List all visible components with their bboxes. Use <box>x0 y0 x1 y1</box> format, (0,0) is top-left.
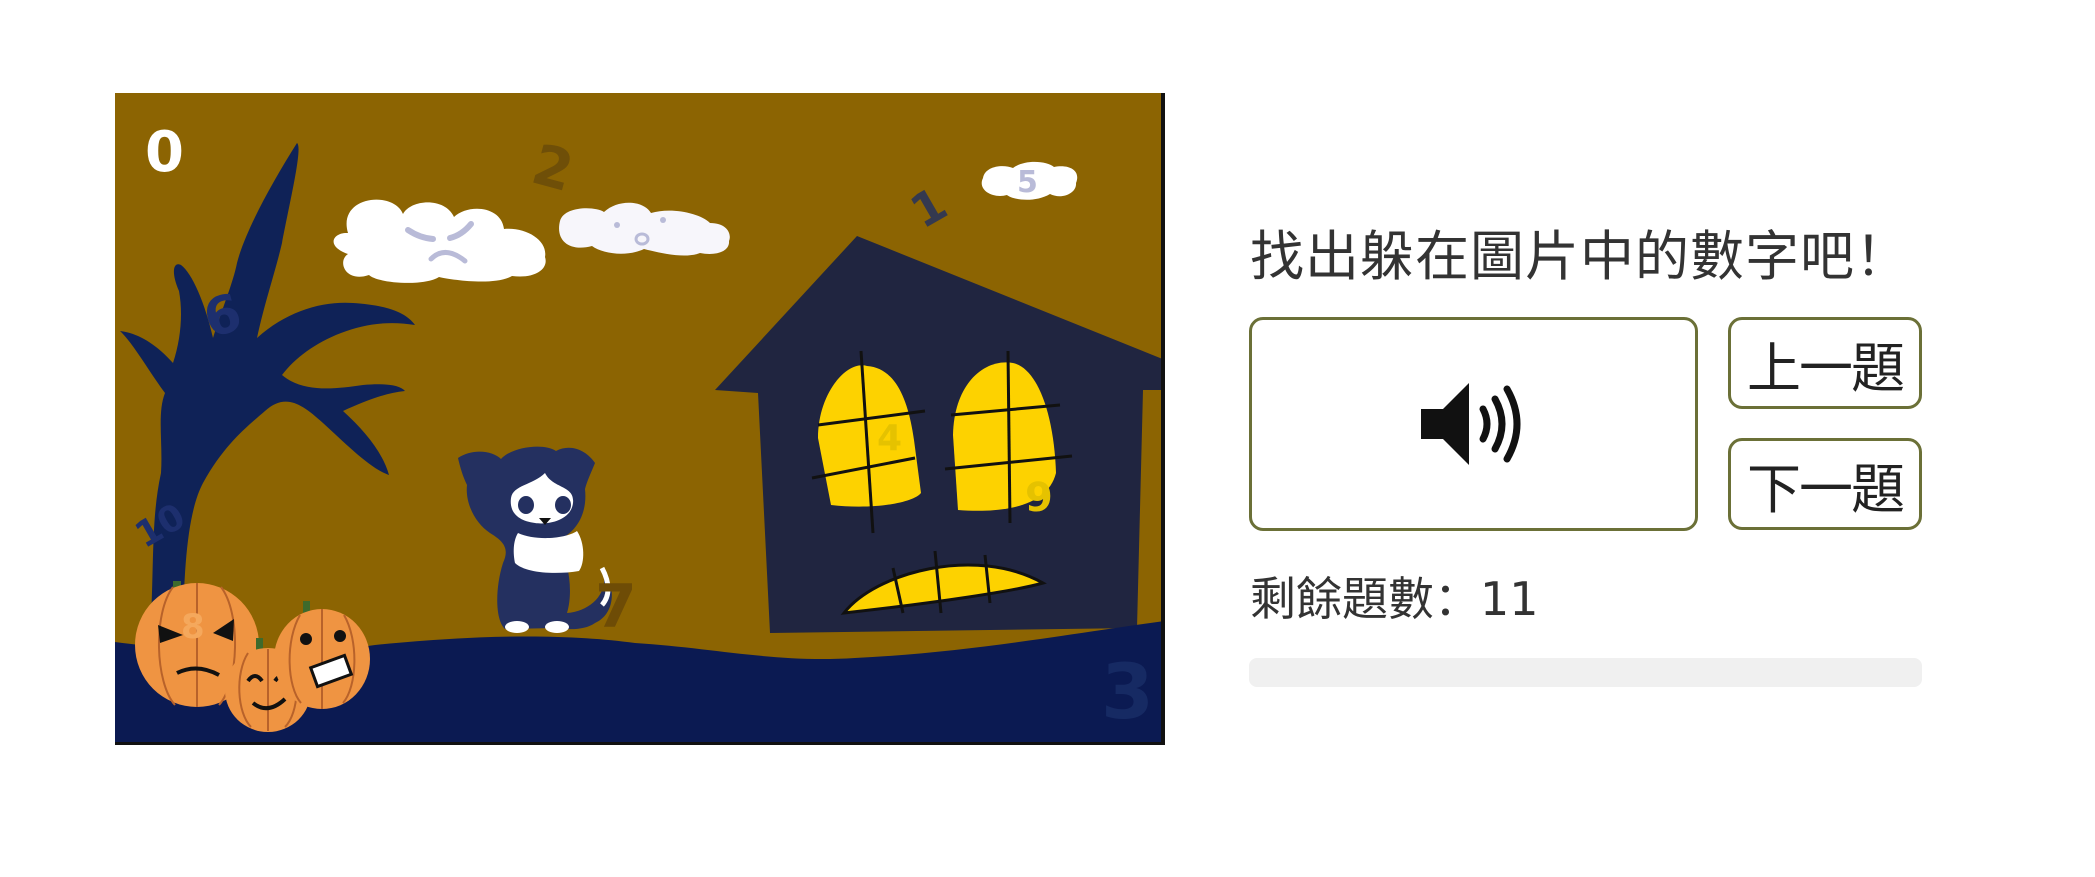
hidden-number[interactable]: 9 <box>1025 475 1053 521</box>
next-question-button[interactable]: 下一題 <box>1728 438 1922 530</box>
hidden-number[interactable]: 7 <box>595 572 637 642</box>
progress-bar <box>1249 658 1922 687</box>
hidden-numbers-picture[interactable]: 0 1 2 3 4 5 6 7 8 9 10 <box>115 93 1165 745</box>
hidden-number[interactable]: 8 <box>181 607 205 647</box>
remaining-questions-count: 剩餘題數：11 <box>1250 572 1539 626</box>
hidden-number[interactable]: 4 <box>877 418 902 459</box>
hidden-number[interactable]: 3 <box>1101 647 1154 736</box>
hidden-number[interactable]: 0 <box>145 120 184 185</box>
speaker-icon <box>1420 383 1520 465</box>
previous-question-button[interactable]: 上一題 <box>1728 317 1922 409</box>
play-sound-button[interactable] <box>1249 317 1698 531</box>
hidden-number[interactable]: 5 <box>1017 165 1038 200</box>
question-prompt: 找出躲在圖片中的數字吧！ <box>1250 225 1910 288</box>
